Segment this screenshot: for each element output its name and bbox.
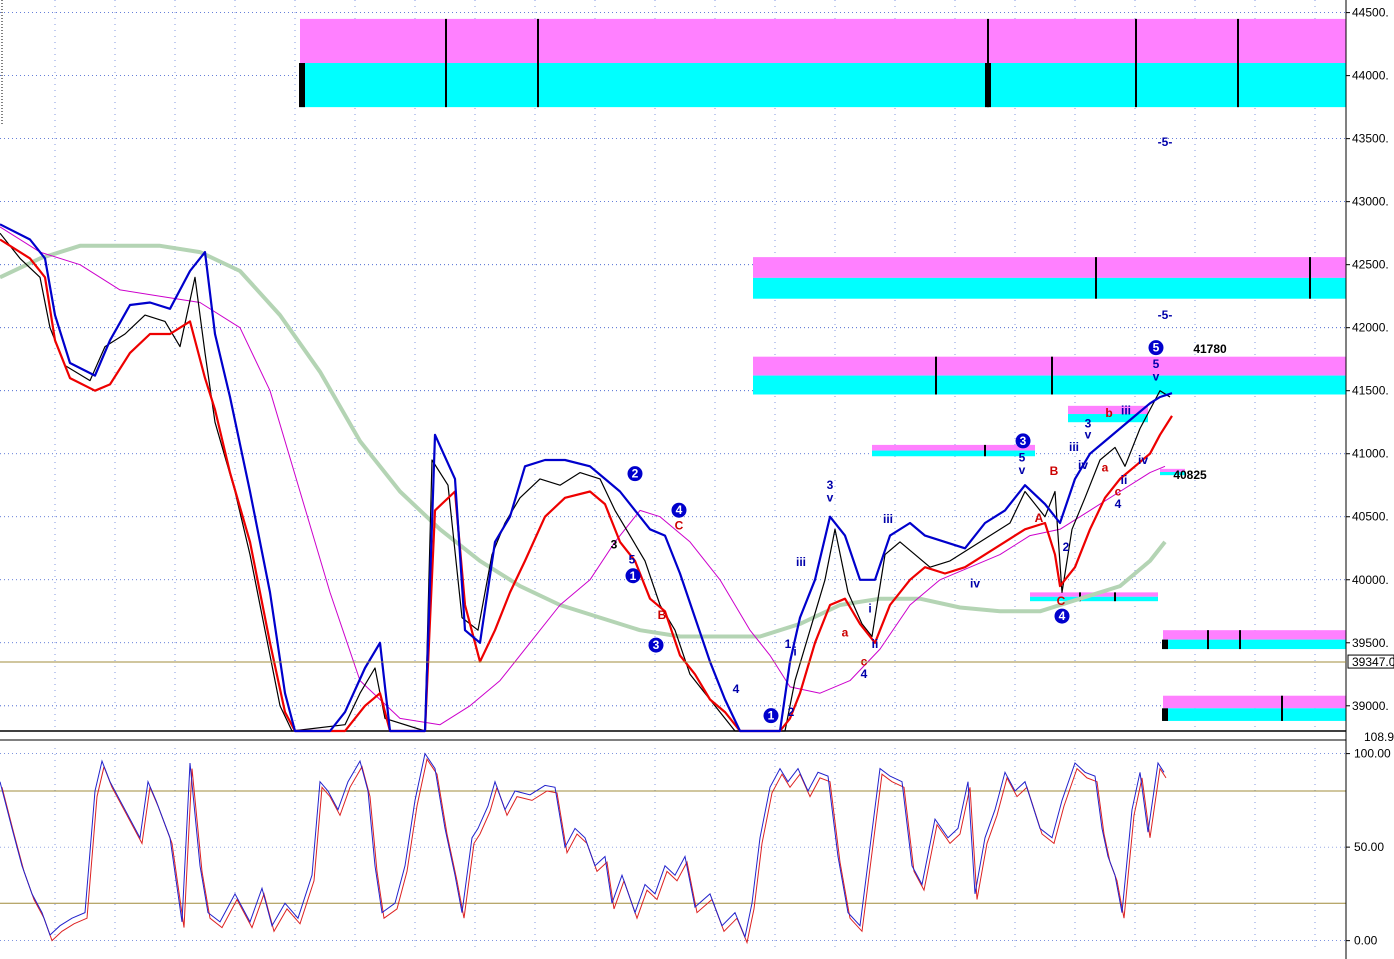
wave-label: 1 bbox=[785, 637, 792, 651]
wave-label: a bbox=[842, 625, 849, 639]
axis-tick-label: 43500. bbox=[1352, 132, 1389, 146]
wave-label: v bbox=[827, 491, 834, 505]
zone-lower-band bbox=[1163, 708, 1346, 721]
wave-label: iv bbox=[1138, 453, 1148, 467]
wave-label: 4 bbox=[676, 503, 683, 517]
axis-tick-label: 43000. bbox=[1352, 195, 1389, 209]
wave-label: 4 bbox=[1115, 497, 1122, 511]
wave-label: a bbox=[1102, 460, 1109, 474]
axis-tick-label: 0.00 bbox=[1354, 934, 1378, 948]
wave-label: iv bbox=[970, 576, 980, 590]
axis-tick-label: 44500. bbox=[1352, 6, 1389, 20]
wave-label: 3 bbox=[653, 638, 660, 652]
zone-lower-band bbox=[872, 450, 1035, 457]
wave-label: i bbox=[868, 602, 871, 616]
wave-label: 2 bbox=[632, 467, 639, 481]
axis-tick-label: 42000. bbox=[1352, 321, 1389, 335]
zone-upper-band bbox=[753, 257, 1346, 278]
zone-thick-tick bbox=[299, 63, 305, 108]
wave-label: 1 bbox=[768, 709, 775, 723]
wave-label: B bbox=[658, 608, 667, 622]
zone-thick-tick bbox=[1162, 639, 1168, 650]
axis-tick-label: 40000. bbox=[1352, 573, 1389, 587]
axis-tick-label: 100.00 bbox=[1354, 747, 1391, 761]
zone-upper-band bbox=[872, 444, 1035, 451]
wave-label: i bbox=[793, 644, 796, 658]
current-price-label: 39347.0 bbox=[1352, 655, 1394, 669]
wave-label: v bbox=[1019, 463, 1026, 477]
wave-label: 3 bbox=[1020, 434, 1027, 448]
wave-label: iii bbox=[1121, 404, 1131, 418]
axis-tick-label: 50.00 bbox=[1354, 840, 1384, 854]
wave-label: iii bbox=[796, 555, 806, 569]
zone-lower-band bbox=[1163, 639, 1346, 650]
axis-tick-label: 40500. bbox=[1352, 510, 1389, 524]
axis-tick-label: 44000. bbox=[1352, 69, 1389, 83]
wave-label: B bbox=[1050, 464, 1059, 478]
wave-label: 2 bbox=[788, 705, 795, 719]
wave-label: 4 bbox=[733, 682, 740, 696]
wave-label: A bbox=[1035, 511, 1044, 525]
wave-label: iv bbox=[1078, 458, 1088, 472]
axis-tick-label: 41000. bbox=[1352, 447, 1389, 461]
axis-tick-label: 41500. bbox=[1352, 384, 1389, 398]
wave-label: -5- bbox=[1158, 308, 1173, 322]
wave-label: b bbox=[1105, 406, 1112, 420]
oscillator-top-edge-label: 108.9 bbox=[1364, 730, 1394, 744]
wave-label: 4 bbox=[861, 667, 868, 681]
axis-tick-label: 42500. bbox=[1352, 258, 1389, 272]
zone-upper-band bbox=[300, 18, 1346, 64]
wave-label: 1 bbox=[630, 569, 637, 583]
zone-lower-band bbox=[300, 63, 1346, 108]
chart-canvas: -5--5-55v35v BA2C43viiiivb iiiaiiivc424C35… bbox=[0, 0, 1394, 959]
zone-upper-band bbox=[1163, 695, 1346, 709]
price-note: 41780 bbox=[1193, 342, 1227, 356]
axis-tick-label: 39000. bbox=[1352, 699, 1389, 713]
wave-label: 5 bbox=[629, 552, 636, 566]
price-note: 40825 bbox=[1173, 468, 1207, 482]
wave-label: C bbox=[1057, 594, 1066, 608]
zone-thick-tick bbox=[1162, 708, 1168, 721]
zone-lower-band bbox=[1030, 596, 1158, 602]
axis-tick-label: 39500. bbox=[1352, 636, 1389, 650]
wave-label: iii bbox=[883, 512, 893, 526]
wave-label: 4 bbox=[1059, 609, 1066, 623]
wave-label: v bbox=[1085, 428, 1092, 442]
wave-label: 3 bbox=[611, 537, 618, 551]
zone-upper-band bbox=[1163, 630, 1346, 640]
wave-label: 5 bbox=[1153, 341, 1160, 355]
wave-label: ii bbox=[872, 637, 879, 651]
wave-label: -5- bbox=[1158, 135, 1173, 149]
zone-lower-band bbox=[753, 375, 1346, 395]
wave-label: iii bbox=[1069, 440, 1079, 454]
zone-thick-tick bbox=[985, 63, 991, 108]
wave-label: ii bbox=[1121, 473, 1128, 487]
wave-label: C bbox=[675, 518, 684, 532]
zone-lower-band bbox=[753, 277, 1346, 299]
wave-label: v bbox=[1153, 370, 1160, 384]
wave-label: 2 bbox=[1063, 540, 1070, 554]
zone-upper-band bbox=[753, 356, 1346, 376]
